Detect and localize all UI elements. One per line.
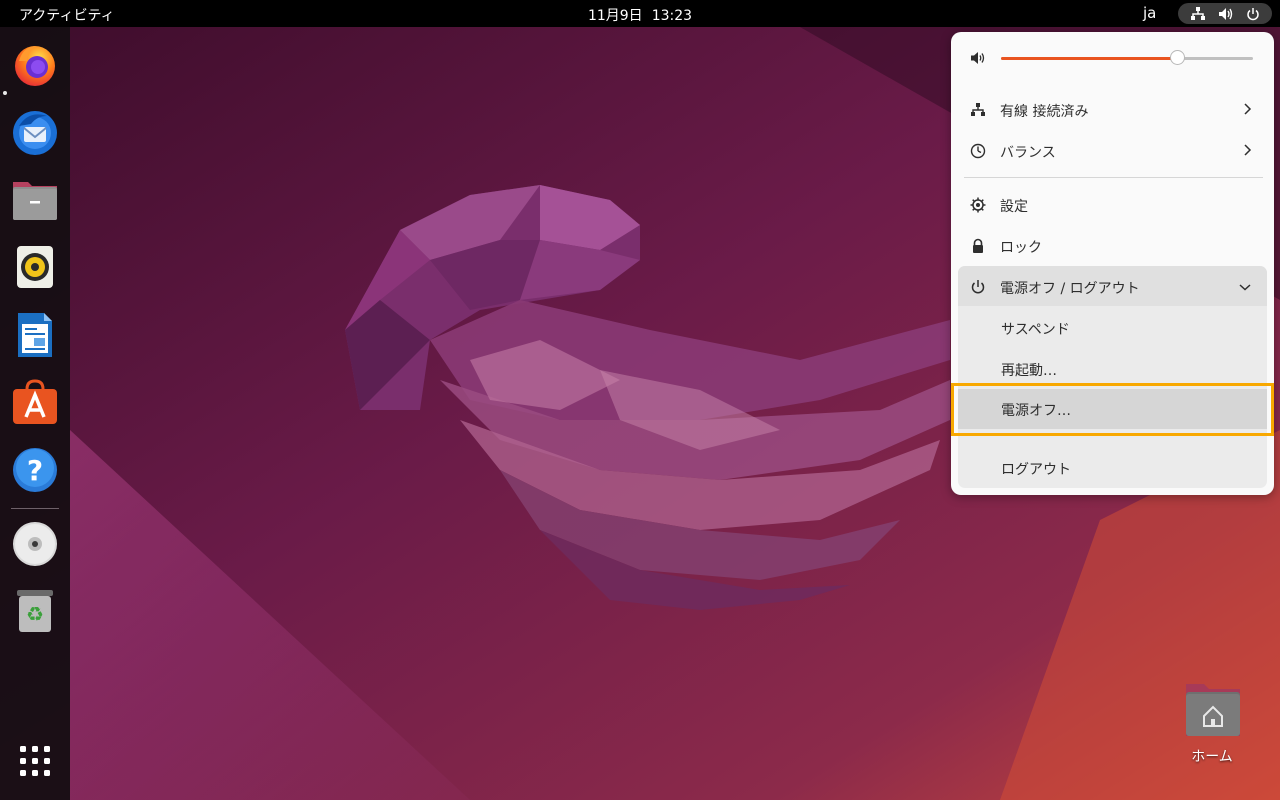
trash-icon: ♻ bbox=[17, 590, 53, 632]
svg-text:♻: ♻ bbox=[26, 602, 44, 626]
lock-label: ロック bbox=[1000, 240, 1042, 256]
help-icon: ? bbox=[13, 448, 57, 492]
volume-slider-knob[interactable] bbox=[1170, 50, 1186, 65]
desktop-home-label: ホーム bbox=[1191, 749, 1233, 765]
writer-icon bbox=[18, 313, 52, 357]
app-grid-icon bbox=[20, 746, 50, 776]
dock-app-files[interactable] bbox=[10, 175, 60, 225]
dock-trash[interactable]: ♻ bbox=[10, 586, 60, 636]
settings-menu-item[interactable]: 設定 bbox=[951, 185, 1274, 225]
power-icon bbox=[1246, 7, 1260, 21]
activities-button[interactable]: アクティビティ bbox=[19, 5, 115, 25]
chevron-right-icon bbox=[1242, 143, 1252, 161]
files-icon bbox=[13, 182, 57, 220]
clock: 11月9日 13:23 bbox=[0, 5, 1280, 25]
dock-app-rhythmbox[interactable] bbox=[10, 242, 60, 292]
running-indicator bbox=[3, 91, 7, 95]
power-mode-icon bbox=[970, 143, 986, 159]
dock-app-libreoffice-writer[interactable] bbox=[10, 310, 60, 360]
power-section-label: 電源オフ / ログアウト bbox=[1000, 281, 1140, 297]
network-wired-icon bbox=[970, 102, 986, 118]
dock-cd-drive[interactable] bbox=[10, 519, 60, 569]
volume-icon bbox=[970, 50, 986, 70]
logout-label: ログアウト bbox=[1001, 462, 1071, 478]
dock-app-firefox[interactable] bbox=[10, 40, 60, 90]
logout-menu-item[interactable]: ログアウト bbox=[958, 448, 1267, 488]
menu-separator bbox=[964, 177, 1263, 178]
dock-separator bbox=[11, 508, 59, 509]
suspend-label: サスペンド bbox=[1001, 322, 1070, 338]
top-bar: アクティビティ 11月9日 13:23 ja bbox=[0, 0, 1280, 27]
dock: ? ♻ bbox=[0, 27, 70, 800]
network-menu-item[interactable]: 有線 接続済み bbox=[951, 90, 1274, 130]
software-icon bbox=[13, 379, 57, 424]
volume-slider-row bbox=[951, 46, 1274, 70]
network-wired-icon bbox=[1190, 6, 1206, 21]
dock-app-help[interactable]: ? bbox=[10, 445, 60, 495]
lock-menu-item[interactable]: ロック bbox=[951, 226, 1274, 266]
lock-icon bbox=[970, 238, 986, 254]
power-mode-menu-item[interactable]: バランス bbox=[951, 131, 1274, 171]
restart-label: 再起動… bbox=[1001, 363, 1057, 379]
chevron-down-icon bbox=[1238, 280, 1252, 296]
chevron-right-icon bbox=[1242, 102, 1252, 120]
power-mode-label: バランス bbox=[1000, 145, 1056, 161]
dock-app-ubuntu-software[interactable] bbox=[10, 377, 60, 427]
home-folder-icon bbox=[1186, 684, 1240, 736]
volume-icon bbox=[1218, 7, 1234, 21]
clock-button[interactable]: 11月9日 13:23 bbox=[588, 8, 692, 24]
power-off-logout-menu-item[interactable]: 電源オフ / ログアウト bbox=[951, 267, 1274, 307]
settings-label: 設定 bbox=[1000, 199, 1028, 215]
show-applications-button[interactable] bbox=[10, 736, 60, 786]
power-off-menu-item[interactable]: 電源オフ… bbox=[958, 389, 1267, 429]
firefox-icon bbox=[15, 46, 55, 86]
volume-slider[interactable] bbox=[1001, 50, 1253, 65]
desktop-home-folder[interactable]: ホーム bbox=[1178, 682, 1246, 766]
time-label: 13:23 bbox=[651, 8, 693, 24]
rhythmbox-icon bbox=[17, 246, 53, 288]
svg-text:?: ? bbox=[27, 454, 43, 487]
system-tray[interactable] bbox=[1178, 3, 1272, 24]
thunderbird-icon bbox=[13, 111, 57, 155]
gear-icon bbox=[970, 197, 986, 213]
suspend-menu-item[interactable]: サスペンド bbox=[958, 308, 1267, 348]
input-language-indicator[interactable]: ja bbox=[1143, 4, 1156, 22]
power-off-label: 電源オフ… bbox=[1001, 403, 1071, 419]
cd-icon bbox=[13, 522, 57, 566]
network-label: 有線 接続済み bbox=[1000, 104, 1089, 120]
system-menu: 有線 接続済み バランス 設定 ロック 電源オフ / ログアウト サスペンド 再… bbox=[951, 32, 1274, 495]
date-label: 11月9日 bbox=[587, 8, 643, 24]
restart-menu-item[interactable]: 再起動… bbox=[958, 349, 1267, 389]
dock-app-thunderbird[interactable] bbox=[10, 107, 60, 157]
power-icon bbox=[970, 279, 986, 295]
volume-slider-fill bbox=[1001, 57, 1178, 60]
